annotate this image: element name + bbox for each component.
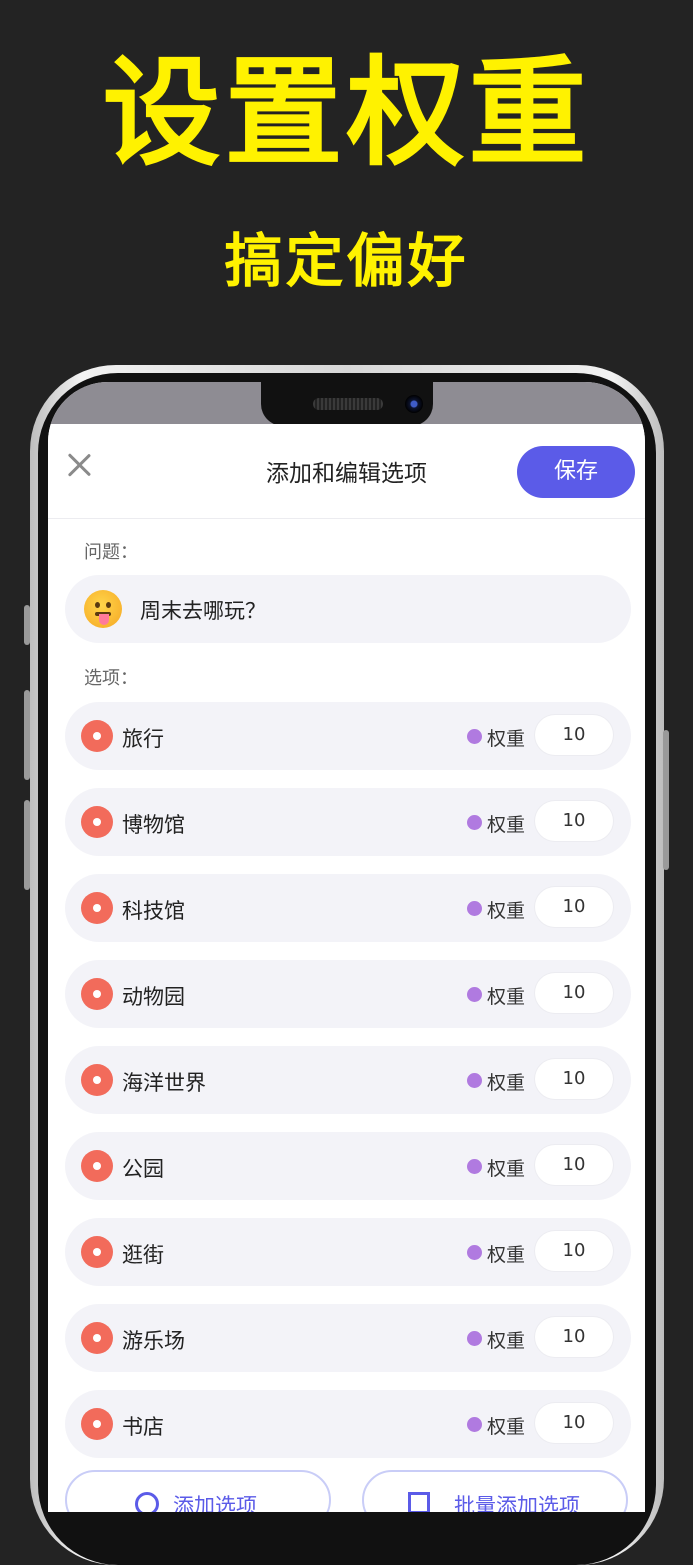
top-bar: 添加和编辑选项 保存 — [48, 424, 645, 519]
option-row[interactable]: 动物园 权重 10 — [65, 960, 631, 1028]
remove-option-icon[interactable] — [81, 1408, 113, 1440]
option-row[interactable]: 博物馆 权重 10 — [65, 788, 631, 856]
option-label: 动物园 — [122, 985, 185, 1009]
add-option-label: 添加选项 — [173, 1494, 257, 1512]
option-label: 旅行 — [122, 727, 164, 751]
promo-subheadline: 搞定偏好 — [224, 227, 469, 295]
weight-dot-icon — [467, 729, 482, 744]
question-label: 问题： — [84, 542, 138, 563]
weight-input[interactable]: 10 — [535, 801, 613, 841]
weight-input[interactable]: 10 — [535, 715, 613, 755]
promo-headline: 设置权重 — [102, 44, 591, 182]
weight-input[interactable]: 10 — [535, 887, 613, 927]
weight-input[interactable]: 10 — [535, 1231, 613, 1271]
weight-dot-icon — [467, 987, 482, 1002]
option-label: 逛街 — [122, 1243, 164, 1267]
emoji-eye — [106, 602, 111, 608]
option-label: 游乐场 — [122, 1329, 185, 1353]
option-row[interactable]: 公园 权重 10 — [65, 1132, 631, 1200]
weight-label: 权重 — [487, 1072, 526, 1094]
phone-side-button — [24, 605, 30, 645]
option-row[interactable]: 逛街 权重 10 — [65, 1218, 631, 1286]
front-camera — [405, 395, 423, 413]
remove-option-icon[interactable] — [81, 720, 113, 752]
weight-dot-icon — [467, 1245, 482, 1260]
bulk-add-label: 批量添加选项 — [454, 1494, 580, 1512]
options-label: 选项： — [84, 668, 138, 689]
weight-dot-icon — [467, 1073, 482, 1088]
weight-label: 权重 — [487, 986, 526, 1008]
phone-volume-down-button — [24, 800, 30, 890]
weight-dot-icon — [467, 901, 482, 916]
option-label: 公园 — [122, 1157, 164, 1181]
remove-option-icon[interactable] — [81, 1150, 113, 1182]
weight-dot-icon — [467, 1159, 482, 1174]
phone-notch — [261, 382, 433, 426]
option-label: 书店 — [122, 1415, 164, 1439]
remove-option-icon[interactable] — [81, 1064, 113, 1096]
weight-label: 权重 — [487, 728, 526, 750]
option-row[interactable]: 书店 权重 10 — [65, 1390, 631, 1458]
remove-option-icon[interactable] — [81, 806, 113, 838]
save-button[interactable]: 保存 — [517, 446, 635, 498]
weight-label: 权重 — [487, 1158, 526, 1180]
weight-label: 权重 — [487, 814, 526, 836]
weight-dot-icon — [467, 1417, 482, 1432]
option-row[interactable]: 旅行 权重 10 — [65, 702, 631, 770]
option-label: 科技馆 — [122, 899, 185, 923]
phone-power-button — [663, 730, 669, 870]
option-row[interactable]: 科技馆 权重 10 — [65, 874, 631, 942]
weight-input[interactable]: 10 — [535, 1403, 613, 1443]
tongue-emoji-icon[interactable] — [84, 590, 122, 628]
weight-label: 权重 — [487, 1416, 526, 1438]
weight-label: 权重 — [487, 900, 526, 922]
option-row[interactable]: 游乐场 权重 10 — [65, 1304, 631, 1372]
bulk-add-option-button[interactable]: 批量添加选项 — [362, 1470, 628, 1512]
remove-option-icon[interactable] — [81, 1322, 113, 1354]
weight-label: 权重 — [487, 1330, 526, 1352]
weight-dot-icon — [467, 815, 482, 830]
option-label: 博物馆 — [122, 813, 185, 837]
weight-input[interactable]: 10 — [535, 1059, 613, 1099]
phone-volume-up-button — [24, 690, 30, 780]
app-screen: 添加和编辑选项 保存 问题： 周末去哪玩？ 选项： 旅行 权重 10 博物馆 权… — [48, 382, 645, 1512]
emoji-eye — [95, 602, 100, 608]
weight-input[interactable]: 10 — [535, 973, 613, 1013]
weight-dot-icon — [467, 1331, 482, 1346]
speaker-grille — [313, 398, 383, 410]
question-text: 周末去哪玩？ — [140, 599, 266, 623]
remove-option-icon[interactable] — [81, 978, 113, 1010]
question-input[interactable]: 周末去哪玩？ — [65, 575, 631, 643]
bulk-add-icon — [408, 1492, 430, 1512]
emoji-tongue — [99, 614, 109, 625]
weight-input[interactable]: 10 — [535, 1317, 613, 1357]
option-label: 海洋世界 — [122, 1071, 206, 1095]
remove-option-icon[interactable] — [81, 1236, 113, 1268]
add-circle-icon — [135, 1492, 159, 1512]
remove-option-icon[interactable] — [81, 892, 113, 924]
option-row[interactable]: 海洋世界 权重 10 — [65, 1046, 631, 1114]
add-option-button[interactable]: 添加选项 — [65, 1470, 331, 1512]
weight-input[interactable]: 10 — [535, 1145, 613, 1185]
weight-label: 权重 — [487, 1244, 526, 1266]
